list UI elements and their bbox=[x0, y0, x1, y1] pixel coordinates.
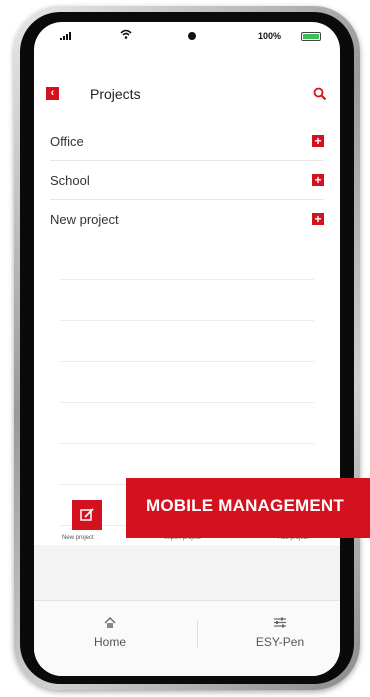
search-icon[interactable] bbox=[312, 86, 328, 102]
app-header: ‹ Projects bbox=[34, 80, 340, 110]
page-title: Projects bbox=[90, 86, 141, 102]
banner-text: MOBILE MANAGEMENT bbox=[146, 496, 344, 515]
project-row-school[interactable]: School + bbox=[50, 161, 324, 200]
content-footer-area bbox=[34, 545, 340, 600]
mobile-management-banner: MOBILE MANAGEMENT bbox=[126, 478, 370, 538]
status-bar: 100% bbox=[34, 22, 340, 50]
new-project-button[interactable] bbox=[72, 500, 102, 530]
empty-row-divider bbox=[60, 403, 314, 444]
wifi-icon bbox=[120, 29, 132, 39]
battery-percentage: 100% bbox=[258, 31, 282, 41]
project-row-office[interactable]: Office + bbox=[50, 122, 324, 161]
tab-divider bbox=[197, 621, 198, 647]
phone-screen: 100% ‹ Projects Office + School + New pr… bbox=[34, 22, 340, 676]
add-to-project-button[interactable]: + bbox=[312, 174, 324, 186]
back-button[interactable]: ‹ bbox=[46, 87, 59, 100]
tab-esy-pen-label: ESY-Pen bbox=[255, 635, 305, 649]
tab-esy-pen[interactable]: ESY-Pen bbox=[220, 615, 340, 649]
project-label: School bbox=[50, 173, 90, 188]
tab-home-label: Home bbox=[93, 635, 126, 649]
empty-row-divider bbox=[60, 280, 314, 321]
project-row-new-project[interactable]: New project + bbox=[50, 200, 324, 239]
home-icon bbox=[104, 617, 116, 628]
battery-icon bbox=[301, 32, 321, 41]
project-list: Office + School + New project + bbox=[34, 122, 340, 526]
edit-icon bbox=[80, 508, 94, 521]
add-to-project-button[interactable]: + bbox=[312, 213, 324, 225]
add-to-project-button[interactable]: + bbox=[312, 135, 324, 147]
tab-bar: Home ESY-Pen bbox=[34, 600, 340, 676]
project-label: Office bbox=[50, 134, 84, 149]
cellular-signal-icon bbox=[60, 32, 71, 40]
empty-row-divider bbox=[60, 362, 314, 403]
project-label: New project bbox=[50, 212, 119, 227]
empty-row-divider bbox=[60, 239, 314, 280]
tab-home[interactable]: Home bbox=[50, 615, 170, 649]
sliders-icon bbox=[274, 617, 286, 628]
new-project-label: New project bbox=[62, 535, 94, 541]
camera-dot bbox=[188, 32, 196, 40]
empty-row-divider bbox=[60, 321, 314, 362]
